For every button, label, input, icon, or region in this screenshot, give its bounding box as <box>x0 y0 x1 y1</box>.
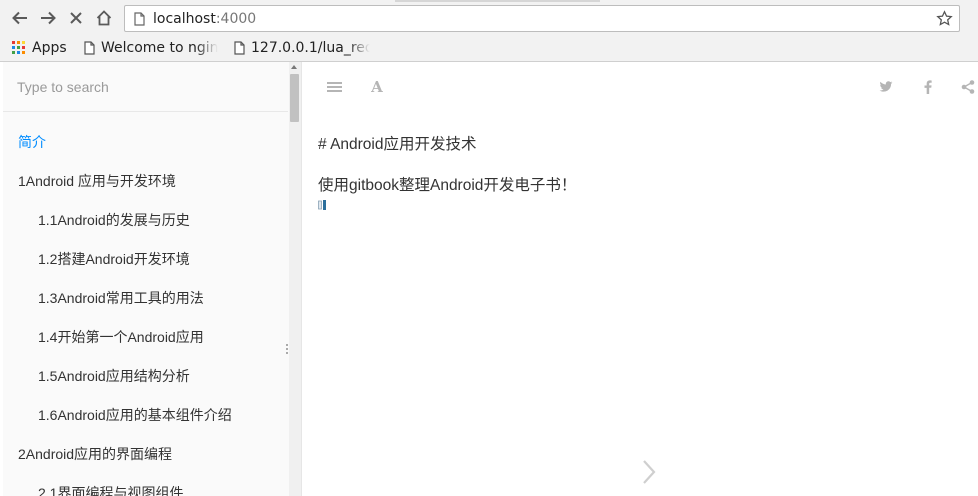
sidebar-resize-handle[interactable] <box>286 344 288 356</box>
page-icon <box>134 12 145 26</box>
back-arrow-icon <box>12 11 27 25</box>
bookmark-welcome-nginx[interactable]: Welcome to ngin <box>84 38 218 58</box>
toc-item-1-3[interactable]: 1.3Android常用工具的用法 <box>3 279 288 318</box>
sidebar-scrollbar[interactable] <box>289 62 301 496</box>
search-input[interactable] <box>17 77 277 97</box>
home-icon <box>96 10 112 26</box>
intro-paragraph: 使用gitbook整理Android开发电子书！ <box>318 177 577 194</box>
toc-item-1-2[interactable]: 1.2搭建Android开发环境 <box>3 240 288 279</box>
bookmarks-bar: Apps Welcome to ngin 127.0.0.1/lua_red <box>0 36 978 62</box>
next-page-chevron-icon[interactable] <box>639 458 659 486</box>
page-icon <box>84 41 95 55</box>
book-header: A <box>303 62 978 112</box>
bookmark-apps[interactable]: Apps <box>12 38 72 58</box>
url-host: localhost <box>153 11 216 27</box>
browser-toolbar: localhost:4000 <box>0 0 978 36</box>
scrollbar-thumb[interactable] <box>290 74 299 122</box>
book-sidebar: 简介 1Android 应用与开发环境 1.1Android的发展与历史 1.2… <box>3 62 302 496</box>
share-button[interactable] <box>959 78 977 96</box>
label-fade <box>348 38 370 58</box>
back-button[interactable] <box>10 8 30 28</box>
toc-item-1-4[interactable]: 1.4开始第一个Android应用 <box>3 318 288 357</box>
close-icon <box>70 12 82 24</box>
twitter-icon <box>879 81 893 92</box>
page-content: # Android应用开发技术 使用gitbook整理Android开发电子书！ <box>318 130 958 201</box>
address-bar[interactable]: localhost:4000 <box>124 5 960 32</box>
tab-strip-edge <box>395 0 600 2</box>
text-cursor-icon <box>318 200 326 210</box>
stop-button[interactable] <box>66 8 86 28</box>
facebook-icon <box>924 80 932 94</box>
label-fade <box>196 38 218 58</box>
toc-item-2-1[interactable]: 2.1界面编程与视图组件 <box>3 474 288 496</box>
search-box <box>3 62 288 112</box>
forward-arrow-icon <box>41 11 56 25</box>
page-icon <box>234 41 245 55</box>
bookmark-star-icon[interactable] <box>936 10 953 27</box>
facebook-share-button[interactable] <box>919 78 937 96</box>
table-of-contents: 简介 1Android 应用与开发环境 1.1Android的发展与历史 1.2… <box>3 123 288 496</box>
toc-item-1-5[interactable]: 1.5Android应用结构分析 <box>3 357 288 396</box>
toc-item-1-6[interactable]: 1.6Android应用的基本组件介绍 <box>3 396 288 435</box>
font-settings-button[interactable]: A <box>367 77 387 97</box>
forward-button[interactable] <box>38 8 58 28</box>
bookmark-label: Apps <box>32 40 67 56</box>
share-icon <box>961 80 975 94</box>
home-button[interactable] <box>94 8 114 28</box>
address-url: localhost:4000 <box>153 11 256 27</box>
twitter-share-button[interactable] <box>877 78 895 96</box>
menu-icon <box>326 82 342 92</box>
markdown-heading-text: # Android应用开发技术 <box>318 136 477 153</box>
url-port: :4000 <box>215 11 257 27</box>
toggle-sidebar-button[interactable] <box>325 78 343 96</box>
bookmark-lua-red[interactable]: 127.0.0.1/lua_red <box>234 38 370 58</box>
toc-item-intro[interactable]: 简介 <box>3 123 288 162</box>
apps-grid-icon <box>12 41 25 54</box>
toc-item-1-1[interactable]: 1.1Android的发展与历史 <box>3 201 288 240</box>
toc-item-chapter-1[interactable]: 1Android 应用与开发环境 <box>3 162 288 201</box>
scroll-up-arrow-icon[interactable] <box>291 65 297 69</box>
toc-item-chapter-2[interactable]: 2Android应用的界面编程 <box>3 435 288 474</box>
